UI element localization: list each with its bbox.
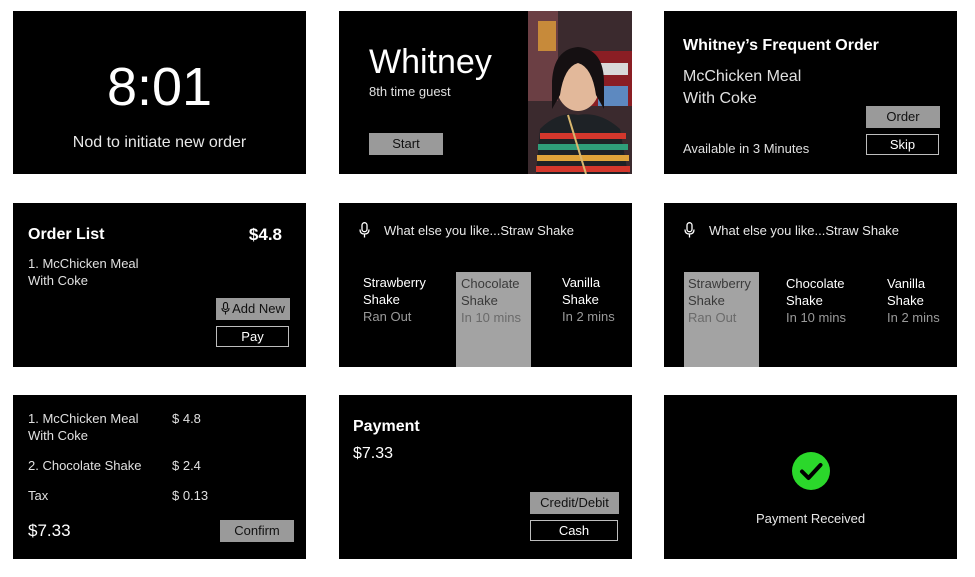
guest-visit-count: 8th time guest — [369, 84, 451, 99]
skip-button[interactable]: Skip — [866, 134, 939, 155]
frequent-order-title: Whitney’s Frequent Order — [683, 37, 879, 54]
option-name-line2: Shake — [562, 292, 599, 307]
add-new-button[interactable]: Add New — [216, 298, 290, 320]
credit-debit-button[interactable]: Credit/Debit — [530, 492, 619, 514]
pay-button[interactable]: Pay — [216, 326, 289, 347]
option-name-line2: Shake — [688, 293, 725, 308]
card-voice-choice-1: What else you like...Straw Shake Strawbe… — [339, 203, 632, 367]
voice-query: What else you like...Straw Shake — [384, 223, 575, 238]
frequent-item-line1: McChicken Meal — [683, 68, 802, 85]
summary-tax-price: $ 0.13 — [172, 488, 209, 503]
card-frequent-order: Whitney’s Frequent Order McChicken Meal … — [664, 11, 957, 174]
option-name-line1: Chocolate — [786, 276, 845, 291]
option-vanilla-shake[interactable]: Vanilla Shake In 2 mins — [562, 274, 615, 325]
card-greeting: Whitney 8th time guest Start — [339, 11, 632, 174]
order-item-line1: 1. McChicken Meal — [28, 256, 139, 271]
cash-button[interactable]: Cash — [530, 520, 618, 541]
option-status: Ran Out — [688, 310, 737, 325]
frequent-availability: Available in 3 Minutes — [683, 141, 810, 156]
order-button[interactable]: Order — [866, 106, 940, 128]
frequent-item-line2: With Coke — [683, 90, 757, 107]
microphone-icon — [221, 300, 230, 322]
option-name-line1: Vanilla — [562, 275, 601, 290]
payment-amount: $7.33 — [353, 445, 394, 462]
summary-total: $7.33 — [28, 521, 71, 540]
add-new-label: Add New — [232, 301, 285, 316]
guest-name: Whitney — [369, 43, 492, 81]
summary-item1-line1: 1. McChicken Meal — [28, 411, 139, 426]
order-item-line2: With Coke — [28, 273, 88, 288]
microphone-icon — [359, 222, 370, 243]
payment-received-message: Payment Received — [755, 511, 866, 526]
summary-item1-price: $ 4.8 — [172, 411, 201, 426]
microphone-icon — [684, 222, 695, 243]
guest-photo-image — [528, 11, 632, 174]
option-name-line2: Shake — [461, 293, 498, 308]
confirm-button[interactable]: Confirm — [220, 520, 294, 542]
option-name-line1: Strawberry — [363, 275, 426, 290]
guest-photo — [528, 11, 632, 174]
voice-query: What else you like...Straw Shake — [709, 223, 900, 238]
summary-item2-price: $ 2.4 — [172, 458, 201, 473]
option-chocolate-shake[interactable]: Chocolate Shake In 10 mins — [456, 272, 531, 367]
card-order-summary: 1. McChicken Meal With Coke $ 4.8 2. Cho… — [13, 395, 306, 559]
nod-prompt: Nod to initiate new order — [72, 134, 247, 151]
option-status: In 10 mins — [786, 310, 846, 325]
card-order-list: Order List $4.8 1. McChicken Meal With C… — [13, 203, 306, 367]
option-status: Ran Out — [363, 309, 412, 324]
summary-tax-label: Tax — [28, 488, 49, 503]
card-voice-choice-2: What else you like...Straw Shake Strawbe… — [664, 203, 957, 367]
check-circle-icon — [792, 452, 830, 495]
card-payment-received: Payment Received — [664, 395, 957, 559]
option-name-line1: Strawberry — [688, 276, 751, 291]
card-idle: 8:01 Nod to initiate new order — [13, 11, 306, 174]
option-vanilla-shake[interactable]: Vanilla Shake In 2 mins — [887, 275, 940, 326]
option-strawberry-shake[interactable]: Strawberry Shake Ran Out — [363, 274, 426, 325]
option-strawberry-shake[interactable]: Strawberry Shake Ran Out — [684, 272, 759, 367]
option-name-line2: Shake — [786, 293, 823, 308]
option-name-line2: Shake — [887, 293, 924, 308]
order-list-total: $4.8 — [248, 225, 282, 244]
payment-title: Payment — [353, 418, 420, 435]
option-name-line1: Chocolate — [461, 276, 520, 291]
order-list-title: Order List — [28, 226, 105, 243]
option-status: In 2 mins — [562, 309, 615, 324]
card-payment: Payment $7.33 Credit/Debit Cash — [339, 395, 632, 559]
option-status: In 2 mins — [887, 310, 940, 325]
clock-time: 8:01 — [106, 57, 213, 117]
option-name-line1: Vanilla — [887, 276, 926, 291]
option-chocolate-shake[interactable]: Chocolate Shake In 10 mins — [786, 275, 846, 326]
summary-item1-line2: With Coke — [28, 428, 88, 443]
option-status: In 10 mins — [461, 310, 521, 325]
option-name-line2: Shake — [363, 292, 400, 307]
summary-item2: 2. Chocolate Shake — [28, 458, 142, 473]
start-button[interactable]: Start — [369, 133, 443, 155]
